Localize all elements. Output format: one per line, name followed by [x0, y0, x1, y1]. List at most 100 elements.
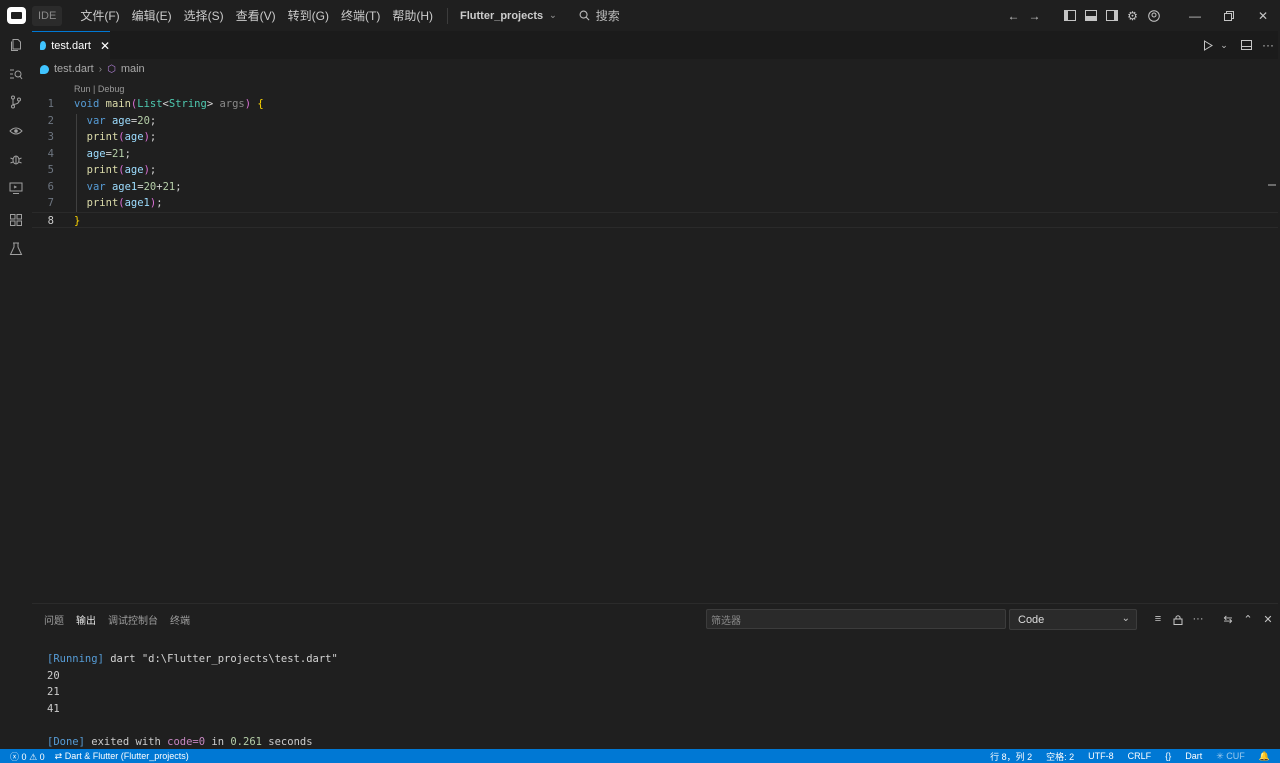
project-switcher[interactable]: Flutter_projects ⌄	[456, 10, 561, 22]
menu-go[interactable]: 转到(G)	[282, 0, 335, 31]
activity-bar	[0, 31, 32, 749]
remote-label: Dart & Flutter (Flutter_projects)	[64, 750, 189, 761]
filter-input[interactable]: 筛选器	[706, 609, 1006, 629]
output-line: 41	[47, 702, 60, 715]
remote-status[interactable]: ⇄ Dart & Flutter (Flutter_projects)	[55, 751, 189, 762]
status-right: 行 8，列 2 空格: 2 UTF-8 CRLF {} Dart ✳ CUF 🔔	[990, 749, 1280, 763]
line-text: }	[74, 214, 81, 227]
command-search[interactable]: 搜索	[579, 7, 620, 24]
code-line: 6 var age1=20+21;	[32, 179, 1278, 196]
panel-settings-icon[interactable]: ⇆	[1218, 604, 1238, 634]
line-text: age=21;	[86, 147, 131, 160]
toggle-secondary-sidebar-icon[interactable]	[1101, 0, 1122, 31]
toggle-panel-icon[interactable]	[1080, 0, 1101, 31]
bottom-panel: 问题 输出 调试控制台 终端 筛选器 Code ⌄ ≡ ··· ⇆ ⌃ ✕ [R…	[32, 603, 1278, 748]
gear-icon[interactable]: ⚙	[1122, 0, 1143, 31]
eye-icon[interactable]	[0, 117, 32, 146]
search-label: 搜索	[595, 9, 620, 23]
account-icon[interactable]	[1143, 0, 1164, 31]
remote-explorer-icon[interactable]	[0, 174, 32, 203]
line-number: 3	[47, 131, 54, 143]
panel-tabs: 问题 输出 调试控制台 终端	[32, 604, 196, 634]
more-actions-icon[interactable]: ···	[1258, 31, 1278, 59]
error-icon: ⓧ	[10, 751, 20, 762]
line-number: 1	[47, 98, 54, 110]
cursor-position[interactable]: 行 8，列 2	[990, 750, 1032, 763]
scrollbar-marker[interactable]	[1268, 184, 1276, 186]
bell-icon[interactable]: 🔔	[1259, 751, 1270, 762]
editor-tabs: test.dart ✕ ⌄ ···	[32, 31, 1278, 59]
menu-edit[interactable]: 编辑(E)	[126, 0, 178, 31]
menu-file[interactable]: 文件(F)	[74, 0, 125, 31]
tab-terminal[interactable]: 终端	[164, 604, 196, 634]
extensions-icon[interactable]	[0, 206, 32, 235]
search-view-icon[interactable]	[0, 60, 32, 89]
codelens-run-debug[interactable]: Run | Debug	[74, 84, 124, 94]
indentation[interactable]: 空格: 2	[1046, 750, 1074, 763]
forward-arrow-icon[interactable]: →	[1024, 0, 1045, 31]
code-line: 5 print(age);	[32, 162, 1278, 179]
more-actions-icon[interactable]: ···	[1188, 604, 1208, 634]
dart-file-icon	[40, 41, 47, 50]
menu-help[interactable]: 帮助(H)	[386, 0, 439, 31]
tab-debug-console[interactable]: 调试控制台	[102, 604, 164, 634]
menu-selection[interactable]: 选择(S)	[178, 0, 230, 31]
tab-output[interactable]: 输出	[70, 604, 102, 634]
toggle-sidebar-icon[interactable]	[1059, 0, 1080, 31]
extension-status[interactable]: ✳ CUF	[1216, 751, 1245, 762]
method-symbol-icon: ⬡	[107, 63, 116, 75]
close-window-icon[interactable]: ✕	[1246, 0, 1280, 31]
braces-icon[interactable]: {}	[1165, 751, 1171, 761]
clear-output-icon[interactable]: ≡	[1148, 604, 1168, 634]
restore-icon[interactable]	[1212, 0, 1246, 31]
debug-icon[interactable]	[0, 145, 32, 174]
running-tag: [Running]	[47, 653, 104, 665]
line-number: 8	[47, 214, 54, 227]
chevron-down-icon[interactable]: ⌄	[1218, 31, 1230, 59]
line-number: 5	[47, 164, 54, 176]
menu-terminal[interactable]: 终端(T)	[335, 0, 386, 31]
line-text: void main(List<String> args) {	[74, 98, 264, 110]
code-line: 7 print(age1);	[32, 195, 1278, 212]
line-text: var age=20;	[86, 114, 157, 127]
line-ending[interactable]: CRLF	[1128, 751, 1152, 761]
status-left: ⓧ 0 ⚠ 0 ⇄ Dart & Flutter (Flutter_projec…	[0, 750, 189, 763]
output-channel-select[interactable]: Code ⌄	[1009, 609, 1137, 630]
minimize-icon[interactable]: —	[1178, 0, 1212, 31]
done-tag: [Done]	[47, 735, 85, 748]
menu-divider	[447, 7, 448, 24]
close-panel-icon[interactable]: ✕	[1258, 604, 1278, 634]
lock-icon[interactable]	[1168, 604, 1188, 634]
panel-actions: ≡ ··· ⇆ ⌃ ✕	[1148, 604, 1278, 634]
tab-problems[interactable]: 问题	[38, 604, 70, 634]
code-line: 2 var age=20;	[32, 113, 1278, 130]
encoding[interactable]: UTF-8	[1088, 751, 1114, 761]
code-editor[interactable]: 1 void main(List<String> args) { 2 var ag…	[32, 96, 1278, 228]
status-bar: ⓧ 0 ⚠ 0 ⇄ Dart & Flutter (Flutter_projec…	[0, 749, 1280, 763]
source-control-icon[interactable]	[0, 88, 32, 117]
maximize-panel-icon[interactable]: ⌃	[1238, 604, 1258, 634]
output-log[interactable]: [Running] dart "d:\Flutter_projects\test…	[47, 651, 338, 750]
chevron-down-icon: ⌄	[549, 10, 557, 20]
run-icon[interactable]	[1198, 31, 1218, 59]
language-mode[interactable]: Dart	[1185, 751, 1202, 761]
output-blank-line	[47, 717, 338, 734]
output-line-done: [Done] exited with code=0 in 0.261 secon…	[47, 734, 338, 751]
breadcrumb-file[interactable]: test.dart	[54, 63, 94, 75]
editor-area: test.dart ✕ ⌄ ··· test.dart › ⬡ main Run…	[32, 31, 1278, 599]
breadcrumb: test.dart › ⬡ main	[40, 62, 145, 76]
breadcrumb-symbol[interactable]: main	[121, 63, 145, 75]
code-line: 1 void main(List<String> args) {	[32, 96, 1278, 113]
editor-tab[interactable]: test.dart ✕	[32, 31, 110, 59]
problems-status[interactable]: ⓧ 0 ⚠ 0	[10, 750, 45, 763]
star-icon: ✳	[1216, 750, 1224, 761]
menu-view[interactable]: 查看(V)	[230, 0, 282, 31]
explorer-icon[interactable]	[0, 31, 32, 60]
close-icon[interactable]: ✕	[100, 39, 110, 53]
testing-flask-icon[interactable]	[0, 235, 32, 264]
output-line: 21	[47, 686, 60, 698]
chevron-right-icon: ›	[98, 63, 103, 75]
dart-file-icon	[40, 64, 49, 74]
split-editor-icon[interactable]	[1236, 31, 1256, 59]
back-arrow-icon[interactable]: ←	[1003, 0, 1024, 31]
